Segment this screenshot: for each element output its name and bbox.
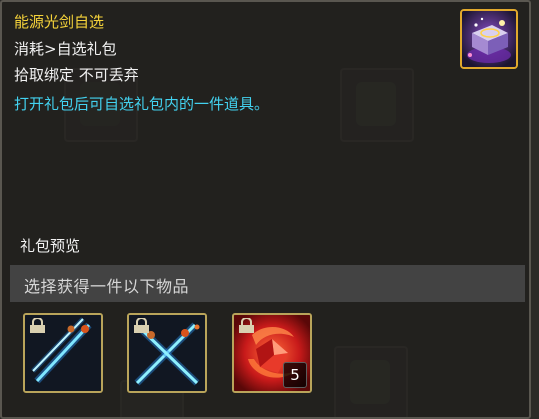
selectable-item-slot[interactable]: 5: [232, 313, 312, 393]
selectable-item-slot[interactable]: [127, 313, 207, 393]
item-count: 5: [283, 362, 307, 388]
lock-icon: [133, 317, 150, 333]
selectable-item-slot[interactable]: [23, 313, 103, 393]
item-title: 能源光剑自选: [14, 13, 105, 31]
item-description: 打开礼包后可自选礼包内的一件道具。: [14, 95, 270, 113]
lock-icon: [238, 317, 255, 333]
gift-preview-label: 礼包预览: [20, 237, 81, 255]
item-binding-line: 拾取绑定 不可丢弃: [14, 66, 139, 84]
item-type-line: 消耗>自选礼包: [14, 40, 117, 58]
select-instruction-bar: 选择获得一件以下物品: [10, 265, 525, 302]
select-instruction-text: 选择获得一件以下物品: [24, 277, 190, 296]
item-tooltip-panel: 能源光剑自选 消耗>自选礼包 拾取绑定 不可丢弃 打开礼包后可自选礼包内的一件道…: [0, 0, 531, 419]
purple-gift-chest-icon: [460, 9, 518, 69]
lock-icon: [29, 317, 46, 333]
